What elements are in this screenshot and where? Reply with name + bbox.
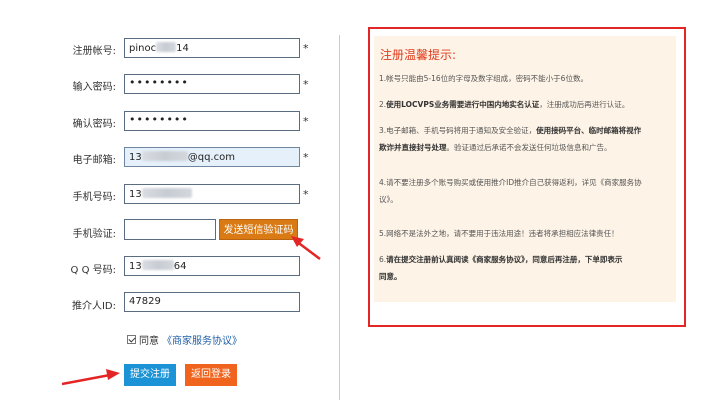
sms-code-field[interactable] xyxy=(124,219,216,240)
phone-field[interactable]: 13 xyxy=(124,184,300,204)
username-label: 注册帐号: xyxy=(72,46,116,57)
qq-label: Q Q 号码: xyxy=(70,265,116,276)
redacted-blur xyxy=(141,260,174,270)
required-mark: * xyxy=(303,42,309,55)
phone-label: 手机号码: xyxy=(72,192,116,203)
tips-title: 注册温馨提示: xyxy=(380,48,457,62)
column-divider xyxy=(339,35,340,400)
redacted-blur xyxy=(156,42,177,52)
password-field[interactable]: •••••••• xyxy=(124,74,300,94)
tip-item: 5.网络不是法外之地，请不要用于违法用途！违者将承担相应法律责任！ xyxy=(379,229,619,238)
confirm-password-label: 确认密码: xyxy=(72,119,116,130)
tip-item: 1.帐号只能由5-16位的字母及数字组成，密码不能小于6位数。 xyxy=(379,74,588,83)
required-mark: * xyxy=(303,115,309,128)
agree-prefix: 同意 xyxy=(139,336,159,347)
required-mark: * xyxy=(303,151,309,164)
username-field[interactable]: pinoc 14 xyxy=(124,38,300,58)
agree-checkbox[interactable] xyxy=(127,335,136,344)
required-mark: * xyxy=(303,188,309,201)
agreement-row: 同意 《商家服务协议》 xyxy=(127,332,242,347)
email-label: 电子邮箱: xyxy=(72,155,116,166)
referrer-label: 推介人ID: xyxy=(71,301,116,312)
email-field[interactable]: 13 @qq.com xyxy=(124,147,300,167)
qq-field[interactable]: 13 64 xyxy=(124,256,300,276)
redacted-blur xyxy=(141,188,192,198)
required-mark: * xyxy=(303,78,309,91)
tip-item: 2.使用LOCVPS业务需要进行中国内地实名认证，注册成功后再进行认证。 xyxy=(379,100,630,109)
agreement-link[interactable]: 《商家服务协议》 xyxy=(162,332,242,347)
submit-button[interactable]: 提交注册 xyxy=(124,364,176,386)
back-to-login-button[interactable]: 返回登录 xyxy=(185,364,237,386)
confirm-password-field[interactable]: •••••••• xyxy=(124,111,300,131)
tip-item: 3.电子邮箱、手机号码将用于通知及安全验证，使用接码平台、临时邮箱将视作 欺诈并直… xyxy=(379,126,642,152)
redacted-blur xyxy=(141,151,188,161)
tip-item: 6.请在提交注册前认真阅读《商家服务协议》，同意后再注册，下单即表示 同意。 xyxy=(379,255,623,281)
send-sms-code-button[interactable]: 发送短信验证码 xyxy=(219,219,298,240)
tip-item: 4.请不要注册多个账号购买或使用推介ID推介自己获得返利，详见《商家服务协 议》。 xyxy=(379,178,642,204)
referrer-field[interactable]: 47829 xyxy=(124,292,300,312)
arrow-to-submit-button xyxy=(61,369,120,386)
password-label: 输入密码: xyxy=(72,82,116,93)
sms-code-label: 手机验证: xyxy=(72,229,116,240)
